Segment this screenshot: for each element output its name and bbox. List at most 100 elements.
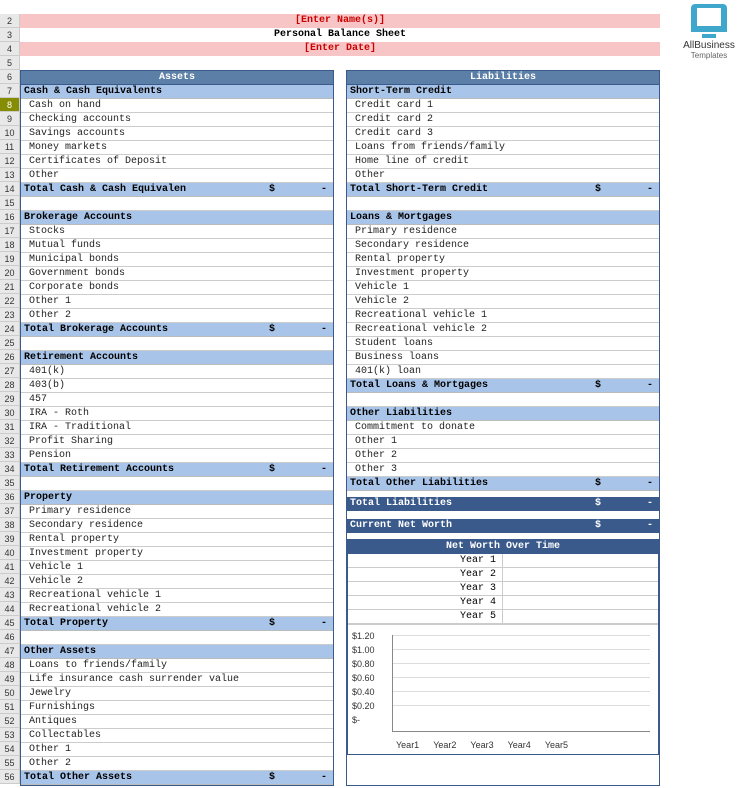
row-number[interactable]: 31 bbox=[0, 420, 20, 434]
line-item[interactable]: IRA - Roth bbox=[21, 407, 333, 421]
line-item[interactable]: Rental property bbox=[21, 533, 333, 547]
row-number[interactable]: 28 bbox=[0, 378, 20, 392]
row-number[interactable]: 11 bbox=[0, 140, 20, 154]
row-number[interactable]: 17 bbox=[0, 224, 20, 238]
line-item[interactable]: Money markets bbox=[21, 141, 333, 155]
line-item[interactable]: Other bbox=[21, 169, 333, 183]
row-number[interactable]: 7 bbox=[0, 84, 20, 98]
row-number[interactable]: 41 bbox=[0, 560, 20, 574]
row-number[interactable]: 48 bbox=[0, 658, 20, 672]
row-number[interactable]: 37 bbox=[0, 504, 20, 518]
line-item[interactable]: Recreational vehicle 1 bbox=[21, 589, 333, 603]
row-number[interactable]: 44 bbox=[0, 602, 20, 616]
line-item[interactable]: Vehicle 2 bbox=[347, 295, 659, 309]
line-item[interactable]: Government bonds bbox=[21, 267, 333, 281]
line-item[interactable]: Other bbox=[347, 169, 659, 183]
row-number[interactable]: 40 bbox=[0, 546, 20, 560]
line-item[interactable]: Commitment to donate bbox=[347, 421, 659, 435]
row-number[interactable]: 22 bbox=[0, 294, 20, 308]
net-worth-year-row[interactable]: Year 1 bbox=[348, 554, 658, 568]
row-number[interactable]: 32 bbox=[0, 434, 20, 448]
line-item[interactable]: Secondary residence bbox=[21, 519, 333, 533]
row-number[interactable]: 50 bbox=[0, 686, 20, 700]
net-worth-year-row[interactable]: Year 4 bbox=[348, 596, 658, 610]
row-number[interactable]: 24 bbox=[0, 322, 20, 336]
row-number[interactable]: 34 bbox=[0, 462, 20, 476]
row-number[interactable]: 35 bbox=[0, 476, 20, 490]
line-item[interactable]: Business loans bbox=[347, 351, 659, 365]
net-worth-year-row[interactable]: Year 3 bbox=[348, 582, 658, 596]
row-number[interactable]: 54 bbox=[0, 742, 20, 756]
row-number[interactable]: 6 bbox=[0, 70, 20, 84]
line-item[interactable]: Life insurance cash surrender value bbox=[21, 673, 333, 687]
line-item[interactable]: Other 1 bbox=[347, 435, 659, 449]
row-number[interactable]: 42 bbox=[0, 574, 20, 588]
line-item[interactable]: Checking accounts bbox=[21, 113, 333, 127]
line-item[interactable]: Municipal bonds bbox=[21, 253, 333, 267]
line-item[interactable]: Other 2 bbox=[21, 757, 333, 771]
line-item[interactable]: Savings accounts bbox=[21, 127, 333, 141]
row-number[interactable]: 18 bbox=[0, 238, 20, 252]
row-number[interactable]: 8 bbox=[0, 98, 20, 112]
line-item[interactable]: Student loans bbox=[347, 337, 659, 351]
row-number[interactable]: 27 bbox=[0, 364, 20, 378]
line-item[interactable]: Home line of credit bbox=[347, 155, 659, 169]
row-number[interactable]: 4 bbox=[0, 42, 20, 56]
row-number[interactable]: 46 bbox=[0, 630, 20, 644]
line-item[interactable]: Furnishings bbox=[21, 701, 333, 715]
line-item[interactable]: Jewelry bbox=[21, 687, 333, 701]
line-item[interactable]: 457 bbox=[21, 393, 333, 407]
row-number[interactable]: 26 bbox=[0, 350, 20, 364]
row-number[interactable]: 51 bbox=[0, 700, 20, 714]
row-number[interactable]: 20 bbox=[0, 266, 20, 280]
line-item[interactable]: Corporate bonds bbox=[21, 281, 333, 295]
line-item[interactable]: Mutual funds bbox=[21, 239, 333, 253]
date-placeholder-cell[interactable]: [Enter Date] bbox=[20, 42, 660, 56]
line-item[interactable]: Other 2 bbox=[347, 449, 659, 463]
line-item[interactable]: Investment property bbox=[21, 547, 333, 561]
row-number[interactable]: 49 bbox=[0, 672, 20, 686]
line-item[interactable]: Vehicle 1 bbox=[347, 281, 659, 295]
line-item[interactable]: 403(b) bbox=[21, 379, 333, 393]
line-item[interactable]: Other 2 bbox=[21, 309, 333, 323]
row-number[interactable]: 39 bbox=[0, 532, 20, 546]
row-number[interactable]: 29 bbox=[0, 392, 20, 406]
net-worth-year-row[interactable]: Year 2 bbox=[348, 568, 658, 582]
line-item[interactable]: Pension bbox=[21, 449, 333, 463]
row-number[interactable]: 2 bbox=[0, 14, 20, 28]
line-item[interactable]: IRA - Traditional bbox=[21, 421, 333, 435]
line-item[interactable]: Credit card 1 bbox=[347, 99, 659, 113]
row-number[interactable]: 23 bbox=[0, 308, 20, 322]
row-number[interactable]: 5 bbox=[0, 56, 20, 70]
line-item[interactable]: Credit card 2 bbox=[347, 113, 659, 127]
row-number[interactable]: 13 bbox=[0, 168, 20, 182]
row-number[interactable]: 47 bbox=[0, 644, 20, 658]
line-item[interactable]: Stocks bbox=[21, 225, 333, 239]
line-item[interactable]: Loans to friends/family bbox=[21, 659, 333, 673]
line-item[interactable]: Other 1 bbox=[21, 295, 333, 309]
line-item[interactable]: Cash on hand bbox=[21, 99, 333, 113]
line-item[interactable]: Recreational vehicle 2 bbox=[347, 323, 659, 337]
row-number[interactable]: 10 bbox=[0, 126, 20, 140]
row-number[interactable]: 33 bbox=[0, 448, 20, 462]
line-item[interactable]: Rental property bbox=[347, 253, 659, 267]
row-number[interactable]: 38 bbox=[0, 518, 20, 532]
row-number[interactable]: 14 bbox=[0, 182, 20, 196]
row-number[interactable]: 16 bbox=[0, 210, 20, 224]
row-number[interactable]: 53 bbox=[0, 728, 20, 742]
row-number[interactable]: 12 bbox=[0, 154, 20, 168]
line-item[interactable]: Investment property bbox=[347, 267, 659, 281]
line-item[interactable]: Secondary residence bbox=[347, 239, 659, 253]
line-item[interactable]: Primary residence bbox=[347, 225, 659, 239]
row-number[interactable]: 43 bbox=[0, 588, 20, 602]
line-item[interactable]: Collectables bbox=[21, 729, 333, 743]
row-number[interactable]: 56 bbox=[0, 770, 20, 784]
row-number[interactable]: 9 bbox=[0, 112, 20, 126]
row-number[interactable]: 55 bbox=[0, 756, 20, 770]
line-item[interactable]: Recreational vehicle 1 bbox=[347, 309, 659, 323]
row-number[interactable]: 15 bbox=[0, 196, 20, 210]
row-number[interactable]: 45 bbox=[0, 616, 20, 630]
line-item[interactable]: Antiques bbox=[21, 715, 333, 729]
row-number[interactable]: 52 bbox=[0, 714, 20, 728]
line-item[interactable]: Profit Sharing bbox=[21, 435, 333, 449]
